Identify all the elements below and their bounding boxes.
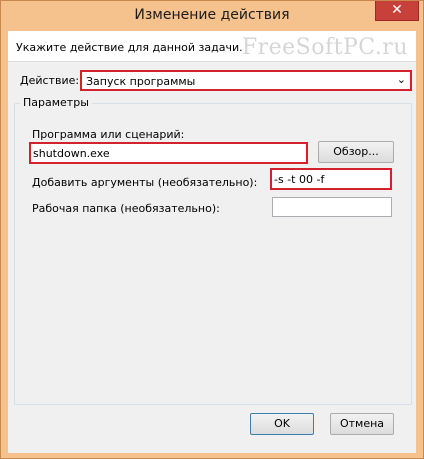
watermark: FreeSoftPC.ru bbox=[241, 35, 408, 60]
dialog-client: Укажите действие для данной задачи. Free… bbox=[8, 31, 416, 453]
window-title: Изменение действия bbox=[134, 7, 290, 23]
arguments-input-value: -s -t 00 -f bbox=[274, 173, 325, 186]
cancel-button[interactable]: Отмена bbox=[330, 413, 394, 435]
action-select[interactable]: Запуск программы ⌄ bbox=[80, 70, 412, 91]
dialog-window: Изменение действия ✕ Укажите действие дл… bbox=[0, 0, 424, 459]
program-input[interactable]: shutdown.exe bbox=[29, 142, 308, 164]
instruction-band: Укажите действие для данной задачи. Free… bbox=[8, 31, 416, 61]
separator bbox=[8, 61, 416, 62]
program-input-value: shutdown.exe bbox=[33, 147, 110, 160]
parameters-group-title: Параметры bbox=[20, 96, 92, 109]
close-button[interactable]: ✕ bbox=[375, 1, 419, 21]
arguments-label: Добавить аргументы (необязательно): bbox=[32, 176, 258, 189]
arguments-input[interactable]: -s -t 00 -f bbox=[270, 168, 392, 190]
action-select-value: Запуск программы bbox=[86, 75, 196, 88]
chevron-down-icon: ⌄ bbox=[396, 73, 406, 86]
action-label: Действие: bbox=[20, 74, 80, 87]
working-dir-label: Рабочая папка (необязательно): bbox=[32, 202, 220, 215]
title-bar[interactable]: Изменение действия ✕ bbox=[1, 1, 423, 31]
program-label: Программа или сценарий: bbox=[32, 128, 185, 141]
browse-button[interactable]: Обзор... bbox=[318, 141, 394, 163]
working-dir-input[interactable] bbox=[272, 197, 392, 217]
ok-button[interactable]: OK bbox=[250, 413, 314, 435]
instruction-text: Укажите действие для данной задачи. bbox=[16, 41, 243, 54]
close-icon: ✕ bbox=[391, 2, 403, 18]
